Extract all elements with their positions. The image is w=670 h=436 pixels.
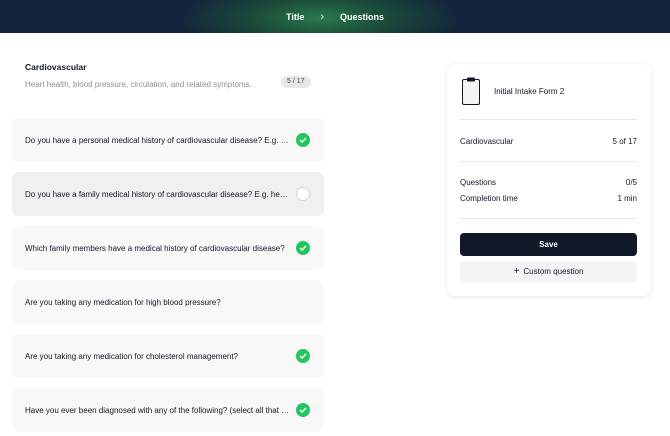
category-row: Cardiovascular 5 of 17	[460, 137, 637, 146]
question-text: Have you ever been diagnosed with any of…	[25, 405, 291, 415]
form-summary-card: Initial Intake Form 2 Cardiovascular 5 o…	[447, 64, 651, 296]
question-text: Are you taking any medication for high b…	[25, 297, 221, 307]
section-description: Heart health, blood pressure, circulatio…	[25, 80, 252, 89]
question-item[interactable]: Do you have a personal medical history o…	[12, 118, 324, 162]
question-text: Do you have a family medical history of …	[25, 189, 291, 199]
question-text: Are you taking any medication for choles…	[25, 351, 239, 361]
clipboard-icon	[460, 76, 482, 106]
custom-question-label: Custom question	[523, 267, 584, 276]
completion-time-row: Completion time 1 min	[460, 194, 637, 203]
question-item[interactable]: Which family members have a medical hist…	[12, 226, 324, 270]
questions-value: 0/5	[625, 178, 637, 187]
unchecked-circle-icon[interactable]	[296, 187, 310, 201]
section-header: Cardiovascular Heart health, blood press…	[25, 62, 315, 89]
question-item[interactable]: Have you ever been diagnosed with any of…	[12, 388, 324, 432]
completion-time-label: Completion time	[460, 194, 518, 203]
form-name: Initial Intake Form 2	[494, 86, 565, 96]
category-value: 5 of 17	[612, 137, 637, 146]
question-item[interactable]: Are you taking any medication for choles…	[12, 334, 324, 378]
checked-icon[interactable]	[296, 133, 310, 147]
section-title: Cardiovascular	[25, 62, 87, 72]
question-count-badge: 5 / 17	[281, 76, 311, 88]
checked-icon[interactable]	[296, 403, 310, 417]
divider	[460, 161, 637, 162]
save-button[interactable]: Save	[460, 233, 637, 256]
question-text: Do you have a personal medical history o…	[25, 135, 291, 145]
divider	[460, 218, 637, 219]
category-label: Cardiovascular	[460, 137, 514, 146]
form-header: Initial Intake Form 2	[460, 76, 564, 106]
questions-row: Questions 0/5	[460, 178, 637, 187]
plus-icon: +	[513, 266, 520, 277]
checked-icon[interactable]	[296, 241, 310, 255]
question-text: Which family members have a medical hist…	[25, 243, 285, 253]
question-item[interactable]: Are you taking any medication for high b…	[12, 280, 324, 324]
custom-question-button[interactable]: + Custom question	[460, 261, 637, 282]
top-bar: Title › Questions	[0, 0, 670, 33]
completion-time-value: 1 min	[617, 194, 637, 203]
questions-label: Questions	[460, 178, 497, 187]
breadcrumb-title[interactable]: Title	[286, 12, 304, 22]
checked-icon[interactable]	[296, 349, 310, 363]
question-item[interactable]: Do you have a family medical history of …	[12, 172, 324, 216]
breadcrumb-separator-icon: ›	[320, 10, 324, 23]
divider	[460, 119, 637, 120]
breadcrumb-questions: Questions	[340, 11, 385, 22]
